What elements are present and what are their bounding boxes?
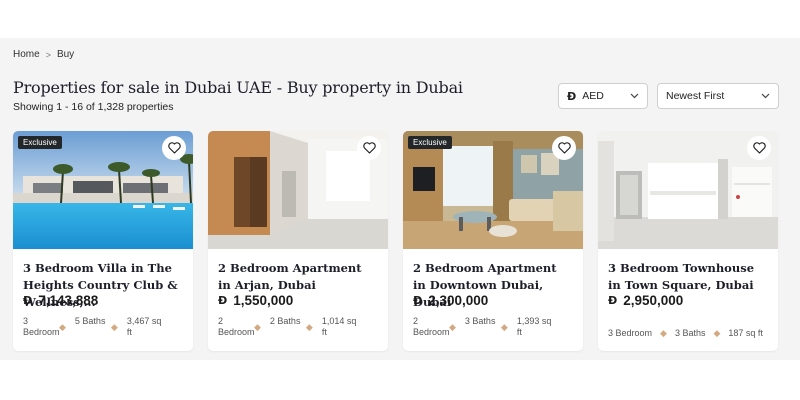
area-spec: 1,393 sq ft (516, 316, 552, 337)
area-spec: 1,014 sq ft (321, 316, 357, 337)
property-specs: 3 Bedroom ◆ 3 Baths ◆ 187 sq ft (608, 328, 773, 339)
price-value: 1,550,000 (233, 293, 294, 308)
property-price: Đ 2,300,000 (413, 293, 488, 308)
chevron-down-icon (761, 91, 770, 101)
listing-grid: Exclusive 3 Bedroom Villa in The Heights… (13, 131, 778, 351)
dirham-icon: Đ (608, 294, 618, 307)
dirham-icon: Đ (413, 294, 423, 307)
heart-icon[interactable] (162, 136, 186, 160)
dirham-icon: Đ (218, 294, 228, 307)
property-photo[interactable] (598, 131, 778, 249)
property-specs: 3 Bedroom ◆ 5 Baths ◆ 3,467 sq ft (23, 316, 188, 338)
bedrooms-spec: 2 Bedroom (413, 316, 450, 337)
exclusive-badge: Exclusive (18, 136, 62, 149)
price-value: 2,300,000 (428, 293, 489, 308)
listing-page: Home > Buy Properties for sale in Dubai … (0, 38, 800, 360)
breadcrumb-home[interactable]: Home (13, 49, 40, 60)
results-summary: Showing 1 - 16 of 1,328 properties (13, 101, 174, 113)
spec-divider: ◆ (110, 322, 118, 332)
property-card[interactable]: 3 Bedroom Townhouse in Town Square, Duba… (598, 131, 778, 351)
sort-select[interactable]: Newest First (657, 83, 779, 109)
property-title[interactable]: 3 Bedroom Townhouse in Town Square, Duba… (608, 260, 768, 294)
property-price: Đ 1,550,000 (218, 293, 293, 308)
spec-divider: ◆ (59, 322, 66, 332)
spec-divider: ◆ (305, 322, 313, 332)
property-specs: 2 Bedroom ◆ 3 Baths ◆ 1,393 sq ft (413, 316, 578, 338)
baths-spec: 5 Baths (74, 316, 106, 326)
area-spec: 187 sq ft (728, 328, 763, 338)
currency-value: AED (582, 90, 604, 102)
top-bar (0, 0, 800, 38)
area-spec: 3,467 sq ft (126, 316, 162, 337)
heart-icon[interactable] (747, 136, 771, 160)
breadcrumb-separator: > (45, 49, 51, 60)
bedrooms-spec: 3 Bedroom (23, 316, 60, 337)
bedrooms-spec: 2 Bedroom (218, 316, 255, 337)
property-price: Đ 2,950,000 (608, 293, 683, 308)
sort-value: Newest First (666, 90, 725, 102)
breadcrumb-current: Buy (56, 49, 75, 60)
baths-spec: 2 Baths (269, 316, 301, 326)
property-photo[interactable] (208, 131, 388, 249)
property-title[interactable]: 2 Bedroom Apartment in Arjan, Dubai (218, 260, 378, 294)
baths-spec: 3 Baths (674, 328, 706, 338)
spec-divider: ◆ (713, 328, 721, 338)
bottom-bar (0, 360, 800, 400)
spec-divider: ◆ (254, 322, 261, 332)
spec-divider: ◆ (500, 322, 508, 332)
breadcrumb: Home > Buy (13, 49, 74, 60)
property-photo[interactable]: Exclusive (13, 131, 193, 249)
dirham-icon: Đ (567, 89, 577, 103)
currency-select[interactable]: Đ AED (558, 83, 648, 109)
property-card[interactable]: Exclusive 3 Bedroom Villa in The Heights… (13, 131, 193, 351)
heart-icon[interactable] (357, 136, 381, 160)
bedrooms-spec: 3 Bedroom (608, 328, 653, 338)
property-photo[interactable]: Exclusive (403, 131, 583, 249)
dirham-icon: Đ (23, 294, 33, 307)
spec-divider: ◆ (449, 322, 456, 332)
property-card[interactable]: Exclusive 2 Bedroom Apartment in Downtow… (403, 131, 583, 351)
chevron-down-icon (630, 91, 639, 101)
property-price: Đ 7,143,888 (23, 293, 98, 308)
exclusive-badge: Exclusive (408, 136, 452, 149)
page-title: Properties for sale in Dubai UAE - Buy p… (13, 78, 463, 97)
heart-icon[interactable] (552, 136, 576, 160)
spec-divider: ◆ (660, 328, 667, 338)
price-value: 7,143,888 (38, 293, 99, 308)
property-card[interactable]: 2 Bedroom Apartment in Arjan, Dubai Đ 1,… (208, 131, 388, 351)
baths-spec: 3 Baths (464, 316, 496, 326)
property-specs: 2 Bedroom ◆ 2 Baths ◆ 1,014 sq ft (218, 316, 383, 338)
price-value: 2,950,000 (623, 293, 684, 308)
